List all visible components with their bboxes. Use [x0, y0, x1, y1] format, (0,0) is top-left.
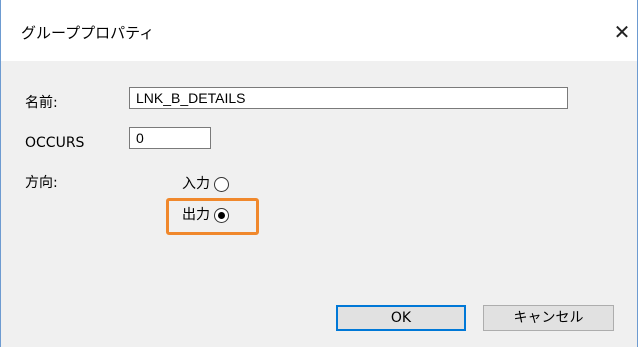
close-icon[interactable]: ✕: [611, 22, 633, 44]
radio-input-circle-icon[interactable]: [214, 176, 229, 192]
group-properties-dialog: グループプロパティ ✕ 名前: LNK_B_DETAILS OCCURS 0 方…: [0, 0, 638, 347]
occurs-label: OCCURS: [25, 135, 85, 151]
dialog-title: グループプロパティ: [21, 24, 155, 42]
direction-label: 方向:: [25, 175, 58, 191]
output-highlight-box: [166, 198, 259, 235]
ok-button[interactable]: OK: [336, 305, 466, 331]
occurs-field[interactable]: 0: [129, 127, 211, 149]
name-label: 名前:: [25, 95, 58, 111]
title-bar: グループプロパティ ✕: [1, 0, 637, 61]
name-field[interactable]: LNK_B_DETAILS: [129, 87, 568, 109]
radio-input[interactable]: 入力: [182, 176, 229, 192]
radio-input-label: 入力: [182, 176, 210, 192]
cancel-button[interactable]: キャンセル: [483, 305, 614, 331]
